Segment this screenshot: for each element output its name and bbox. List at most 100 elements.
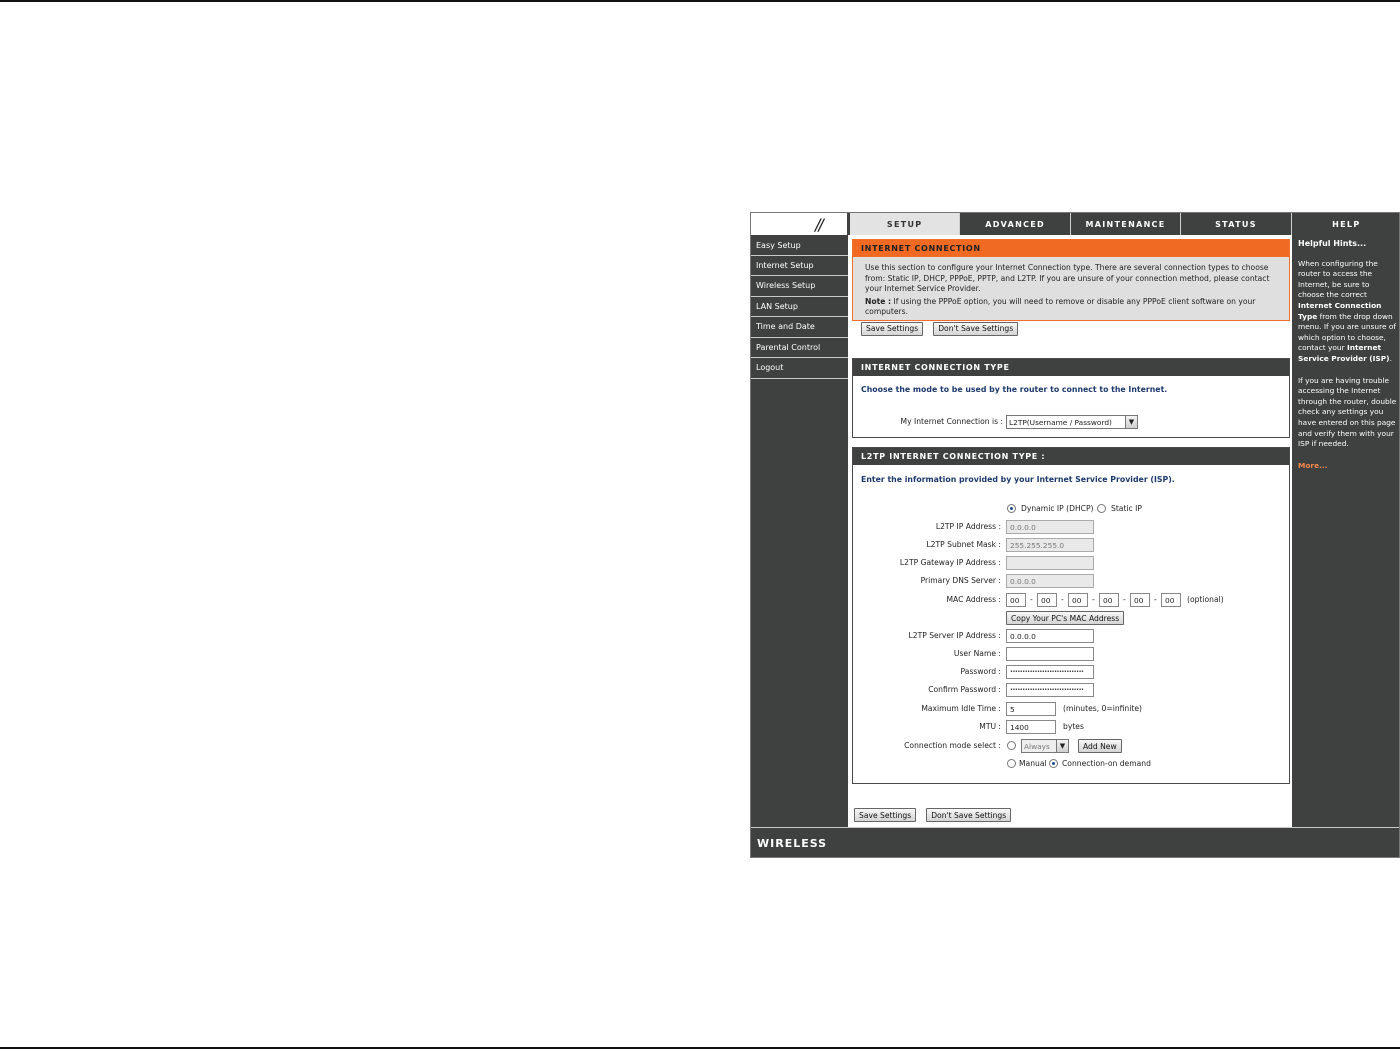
password-input[interactable]: •••••••••••••••••••••••••••••• xyxy=(1006,665,1094,679)
ip-mode-row: Dynamic IP (DHCP) Static IP xyxy=(853,502,1289,516)
l2tp-subnet-label: L2TP Subnet Mask : xyxy=(926,540,1001,549)
tab-maintenance[interactable]: MAINTENANCE xyxy=(1069,213,1181,235)
hints-text: When configuring the router to access th… xyxy=(1298,258,1378,300)
dynamic-ip-radio[interactable] xyxy=(1007,504,1016,513)
mode-always-radio[interactable] xyxy=(1007,741,1016,750)
mac-address-row: MAC Address : 00 - 00 - 00 - 00 - 00 - 0… xyxy=(853,593,1289,607)
static-ip-radio[interactable] xyxy=(1097,504,1106,513)
l2tp-gateway-label: L2TP Gateway IP Address : xyxy=(899,558,1001,567)
max-idle-row: Maximum Idle Time : 5 (minutes, 0=infini… xyxy=(853,702,1289,716)
schedule-select[interactable]: Always ▼ xyxy=(1021,739,1069,753)
l2tp-lead: Enter the information provided by your I… xyxy=(861,475,1175,484)
connection-type-selected-value: L2TP(Username / Password) xyxy=(1009,417,1112,427)
mode-on-demand-radio[interactable] xyxy=(1049,759,1058,768)
l2tp-ip-label: L2TP IP Address : xyxy=(935,522,1001,531)
sidebar-item-parental-control[interactable]: Parental Control xyxy=(751,338,848,358)
connection-mode-row: Connection mode select : Always ▼ Add Ne… xyxy=(853,739,1289,753)
hints-title: Helpful Hints... xyxy=(1298,239,1367,248)
dont-save-settings-button-bottom[interactable]: Don't Save Settings xyxy=(926,808,1012,822)
note-label: Note : xyxy=(865,296,892,306)
mac-octet-4[interactable]: 00 xyxy=(1099,593,1119,607)
mtu-input[interactable]: 1400 xyxy=(1006,720,1056,734)
brand-logo: // xyxy=(751,213,848,235)
l2tp-gateway-input[interactable] xyxy=(1006,556,1094,570)
username-input[interactable] xyxy=(1006,647,1094,661)
hints-more-link[interactable]: More... xyxy=(1298,461,1397,472)
internet-connection-note: Note : If using the PPPoE option, you wi… xyxy=(853,295,1289,318)
top-button-row: Save Settings Don't Save Settings xyxy=(853,318,1289,336)
note-text: If using the PPPoE option, you will need… xyxy=(865,296,1256,317)
dont-save-settings-button-top[interactable]: Don't Save Settings xyxy=(933,321,1019,336)
confirm-password-label: Confirm Password : xyxy=(928,685,1001,694)
l2tp-subnet-input[interactable]: 255.255.255.0 xyxy=(1006,538,1094,552)
helpful-hints-panel: Helpful Hints... When configuring the ro… xyxy=(1292,235,1399,827)
dynamic-ip-label: Dynamic IP (DHCP) xyxy=(1021,504,1094,513)
mode-manual-radio[interactable] xyxy=(1007,759,1016,768)
chevron-down-icon[interactable]: ▼ xyxy=(1125,416,1137,428)
sidebar: Easy Setup Internet Setup Wireless Setup… xyxy=(751,235,848,827)
save-settings-button-bottom[interactable]: Save Settings xyxy=(854,808,917,822)
chevron-down-icon[interactable]: ▼ xyxy=(1056,740,1068,752)
connection-mode-label: Connection mode select : xyxy=(904,741,1001,750)
mtu-units: bytes xyxy=(1063,722,1084,731)
max-idle-label: Maximum Idle Time : xyxy=(921,704,1001,713)
mac-separator: - xyxy=(1061,595,1064,604)
l2tp-section: L2TP INTERNET CONNECTION TYPE : Enter th… xyxy=(852,447,1290,784)
bottom-button-row: Save Settings Don't Save Settings xyxy=(854,808,1012,822)
mac-octet-2[interactable]: 00 xyxy=(1037,593,1057,607)
main-content: INTERNET CONNECTION Use this section to … xyxy=(848,235,1292,827)
connection-type-select[interactable]: L2TP(Username / Password) ▼ xyxy=(1006,415,1138,429)
router-admin-window: // SETUP ADVANCED MAINTENANCE STATUS HEL… xyxy=(750,212,1400,858)
mtu-label: MTU : xyxy=(979,722,1001,731)
password-label: Password : xyxy=(960,667,1001,676)
sidebar-item-easy-setup[interactable]: Easy Setup xyxy=(751,235,848,256)
max-idle-input[interactable]: 5 xyxy=(1006,702,1056,716)
static-ip-label: Static IP xyxy=(1111,504,1142,513)
copy-mac-address-button[interactable]: Copy Your PC's MAC Address xyxy=(1006,611,1125,625)
confirm-password-input[interactable]: •••••••••••••••••••••••••••••• xyxy=(1006,683,1094,697)
mac-octet-3[interactable]: 00 xyxy=(1068,593,1088,607)
hints-text: . xyxy=(1389,353,1392,363)
l2tp-ip-input[interactable]: 0.0.0.0 xyxy=(1006,520,1094,534)
top-navigation: SETUP ADVANCED MAINTENANCE STATUS HELP xyxy=(850,213,1399,235)
l2tp-gateway-row: L2TP Gateway IP Address : xyxy=(853,556,1289,570)
sidebar-item-internet-setup[interactable]: Internet Setup xyxy=(751,256,848,276)
tab-advanced[interactable]: ADVANCED xyxy=(959,213,1070,235)
sidebar-item-wireless-setup[interactable]: Wireless Setup xyxy=(751,276,848,297)
l2tp-ip-row: L2TP IP Address : 0.0.0.0 xyxy=(853,520,1289,534)
max-idle-units: (minutes, 0=infinite) xyxy=(1063,704,1142,713)
tab-status[interactable]: STATUS xyxy=(1180,213,1291,235)
hints-paragraph-1: When configuring the router to access th… xyxy=(1298,259,1397,365)
mac-separator: - xyxy=(1154,595,1157,604)
l2tp-subnet-row: L2TP Subnet Mask : 255.255.255.0 xyxy=(853,538,1289,552)
connection-type-label: My Internet Connection is : xyxy=(900,417,1003,426)
logo-slash-icon: // xyxy=(815,215,824,234)
username-label: User Name : xyxy=(953,649,1001,658)
page-bottom-rule xyxy=(0,1047,1400,1049)
footer-brand: WIRELESS xyxy=(757,837,828,850)
primary-dns-input[interactable]: 0.0.0.0 xyxy=(1006,574,1094,588)
l2tp-server-row: L2TP Server IP Address : 0.0.0.0 xyxy=(853,629,1289,643)
add-new-button[interactable]: Add New xyxy=(1078,739,1122,753)
mac-octet-6[interactable]: 00 xyxy=(1161,593,1181,607)
connection-type-title: INTERNET CONNECTION TYPE xyxy=(853,359,1289,376)
mac-separator: - xyxy=(1092,595,1095,604)
mac-octet-1[interactable]: 00 xyxy=(1006,593,1026,607)
sidebar-item-time-and-date[interactable]: Time and Date xyxy=(751,317,848,338)
confirm-password-row: Confirm Password : •••••••••••••••••••••… xyxy=(853,683,1289,697)
mac-separator: - xyxy=(1123,595,1126,604)
mtu-row: MTU : 1400 bytes xyxy=(853,720,1289,734)
sidebar-item-lan-setup[interactable]: LAN Setup xyxy=(751,297,848,317)
password-row: Password : •••••••••••••••••••••••••••••… xyxy=(853,665,1289,679)
l2tp-server-input[interactable]: 0.0.0.0 xyxy=(1006,629,1094,643)
schedule-selected-value: Always xyxy=(1024,741,1050,751)
tab-setup[interactable]: SETUP xyxy=(850,213,960,235)
copy-mac-row: Copy Your PC's MAC Address xyxy=(853,611,1289,625)
primary-dns-label: Primary DNS Server : xyxy=(920,576,1001,585)
save-settings-button-top[interactable]: Save Settings xyxy=(861,321,924,336)
l2tp-title: L2TP INTERNET CONNECTION TYPE : xyxy=(853,448,1289,465)
tab-help[interactable]: HELP xyxy=(1290,213,1399,235)
mac-octet-5[interactable]: 00 xyxy=(1130,593,1150,607)
sidebar-item-logout[interactable]: Logout xyxy=(751,358,848,379)
connection-type-section: INTERNET CONNECTION TYPE Choose the mode… xyxy=(852,358,1290,438)
